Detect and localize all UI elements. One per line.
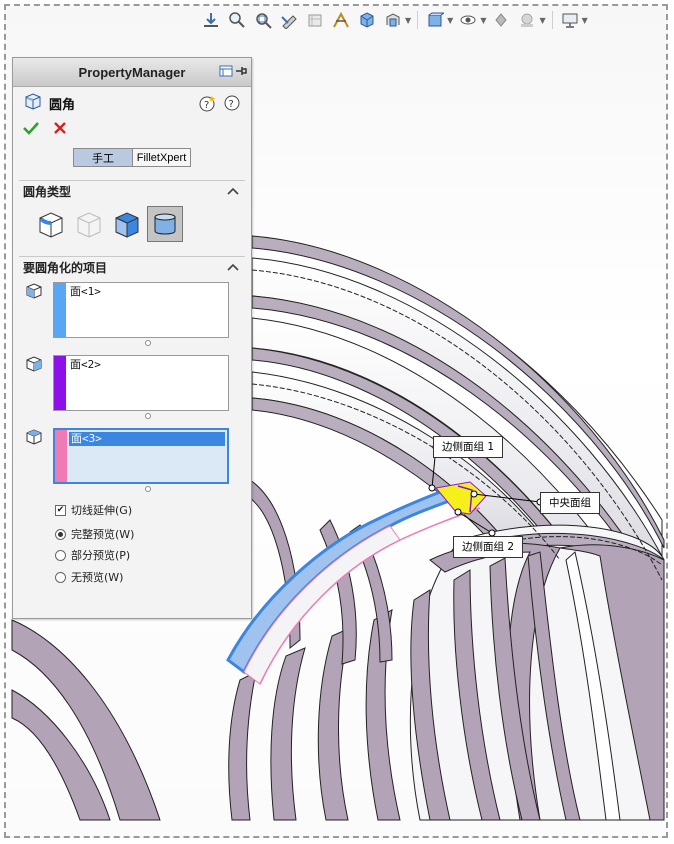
view-orientation-icon[interactable]	[330, 9, 352, 31]
side-face-set-1-row: 面<1>	[25, 282, 229, 338]
zoom-to-area-icon[interactable]	[226, 9, 248, 31]
selection-color-swatch	[54, 283, 66, 337]
side-face-set-1-selection-box[interactable]: 面<1>	[53, 282, 229, 338]
toolbar-separator	[551, 11, 553, 29]
resize-handle[interactable]	[145, 486, 151, 492]
pin-icon[interactable]	[235, 64, 247, 81]
face-fillet-button[interactable]	[109, 206, 145, 242]
selection-list: 面<1>	[66, 283, 228, 337]
zoom-to-fit-icon[interactable]	[200, 9, 222, 31]
fillet-feature-icon	[23, 91, 43, 115]
center-face-set-row: 面<2>	[25, 355, 229, 411]
monitor-icon[interactable]	[559, 9, 581, 31]
resize-handle[interactable]	[145, 340, 151, 346]
tab-filletxpert[interactable]: FilletXpert	[133, 148, 191, 167]
callout-side-face-set-1[interactable]: 边侧面组 1	[433, 436, 504, 458]
help-buttons: ? ?	[199, 94, 241, 116]
partial-preview-option[interactable]: 部分预览(P)	[55, 547, 130, 563]
feature-title-row: 圆角 ? ?	[23, 92, 241, 114]
option-label: 部分预览(P)	[71, 549, 131, 562]
face-selection-icon	[25, 355, 45, 375]
selection-color-swatch	[54, 356, 66, 410]
section-title: 要圆角化的项目	[23, 261, 108, 275]
list-item[interactable]: 面<3>	[69, 432, 225, 446]
edit-appearance-icon[interactable]	[424, 9, 446, 31]
no-preview-radio[interactable]	[55, 571, 66, 583]
hide-show-icon[interactable]	[382, 9, 404, 31]
list-item[interactable]: 面<2>	[68, 358, 226, 372]
callout-center-face-set[interactable]: 中央面组	[540, 492, 600, 514]
help-icon[interactable]: ?	[223, 94, 241, 116]
ok-button[interactable]	[23, 120, 39, 139]
config-manager-icon[interactable]	[219, 64, 233, 81]
property-manager-panel: PropertyManager 圆角 ? ? 手工 FilletXpert 圆角…	[12, 57, 252, 619]
variable-size-fillet-button[interactable]	[71, 206, 107, 242]
property-manager-title: PropertyManager	[78, 64, 186, 80]
property-manager-header: PropertyManager	[13, 58, 251, 87]
full-round-fillet-button[interactable]	[147, 206, 183, 242]
list-item[interactable]: 面<1>	[68, 285, 226, 299]
previous-view-icon[interactable]	[252, 9, 274, 31]
selection-list: 面<2>	[66, 356, 228, 410]
chevron-down-icon[interactable]: ▼	[480, 16, 486, 25]
cancel-button[interactable]	[53, 120, 67, 139]
section-items-header[interactable]: 要圆角化的项目	[19, 256, 245, 278]
shadow-icon[interactable]	[516, 9, 538, 31]
section-fillet-type-header[interactable]: 圆角类型	[19, 180, 245, 202]
option-label: 无预览(W)	[71, 571, 124, 584]
fillet-type-buttons	[33, 206, 183, 242]
constant-size-fillet-button[interactable]	[33, 206, 69, 242]
full-preview-option[interactable]: 完整预览(W)	[55, 526, 134, 542]
chevron-down-icon[interactable]: ▼	[539, 16, 545, 25]
side-face-set-2-selection-box[interactable]: 面<3>	[53, 428, 229, 484]
face-selection-icon	[25, 428, 45, 448]
svg-text:?: ?	[204, 100, 209, 111]
display-style-icon[interactable]	[356, 9, 378, 31]
partial-preview-radio[interactable]	[55, 549, 66, 561]
apply-scene-icon[interactable]	[457, 9, 479, 31]
chevron-down-icon[interactable]: ▼	[447, 16, 453, 25]
side-face-set-2-row: 面<3>	[25, 428, 229, 484]
chevron-down-icon[interactable]: ▼	[405, 16, 411, 25]
option-label: 完整预览(W)	[71, 528, 135, 541]
face-selection-icon	[25, 282, 45, 302]
view-settings-icon[interactable]	[490, 9, 512, 31]
section-title: 圆角类型	[23, 185, 72, 199]
chevron-down-icon[interactable]: ▼	[582, 16, 588, 25]
panel-controls	[219, 64, 247, 81]
no-preview-option[interactable]: 无预览(W)	[55, 569, 123, 585]
section-view-icon[interactable]	[278, 9, 300, 31]
tangent-propagation-option[interactable]: ✔ 切线延伸(G)	[55, 502, 132, 518]
option-label: 切线延伸(G)	[71, 504, 133, 517]
tangent-propagation-checkbox[interactable]: ✔	[55, 504, 66, 516]
callout-side-face-set-2[interactable]: 边侧面组 2	[453, 536, 524, 558]
whats-new-icon[interactable]: ?	[199, 94, 217, 116]
selection-color-swatch	[55, 430, 67, 482]
full-preview-radio[interactable]	[55, 528, 66, 540]
tab-manual[interactable]: 手工	[73, 148, 133, 167]
resize-handle[interactable]	[145, 413, 151, 419]
svg-text:?: ?	[229, 99, 234, 110]
selection-list: 面<3>	[67, 430, 227, 482]
collapse-chevron-icon[interactable]	[227, 261, 239, 275]
feature-name: 圆角	[49, 97, 76, 113]
heads-up-view-toolbar: ▼ ▼ ▼ ▼ ▼	[200, 8, 588, 32]
center-face-set-selection-box[interactable]: 面<2>	[53, 355, 229, 411]
dynamic-annotation-icon[interactable]	[304, 9, 326, 31]
toolbar-separator	[417, 11, 419, 29]
collapse-chevron-icon[interactable]	[227, 185, 239, 199]
mode-tabs: 手工 FilletXpert	[73, 148, 191, 167]
ok-cancel-row	[23, 120, 67, 139]
